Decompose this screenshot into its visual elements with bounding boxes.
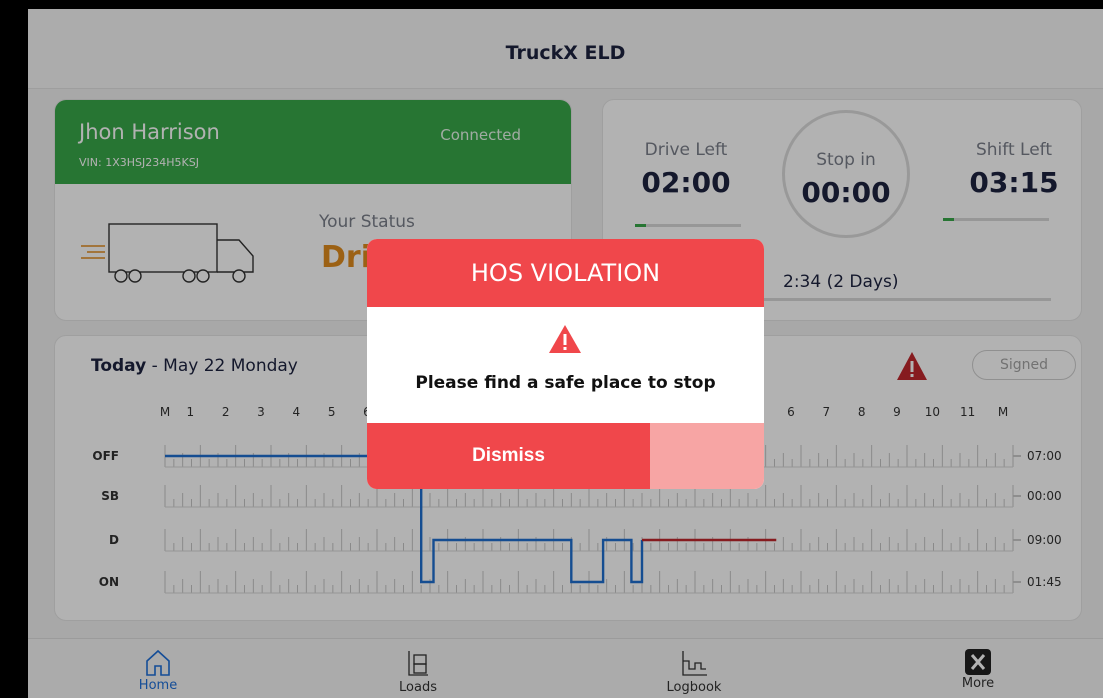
hos-violation-dialog: HOS VIOLATION Please find a safe place t… bbox=[367, 239, 764, 489]
dismiss-button[interactable]: Dismiss bbox=[367, 423, 650, 489]
warning-icon bbox=[549, 325, 581, 353]
app-screen: TruckX ELD Jhon Harrison VIN: 1X3HSJ234H… bbox=[28, 9, 1103, 698]
dialog-title: HOS VIOLATION bbox=[367, 239, 764, 307]
dialog-actions: Dismiss bbox=[367, 423, 764, 489]
dialog-message: Please find a safe place to stop bbox=[415, 373, 716, 393]
dismiss-button-extension bbox=[650, 423, 764, 489]
